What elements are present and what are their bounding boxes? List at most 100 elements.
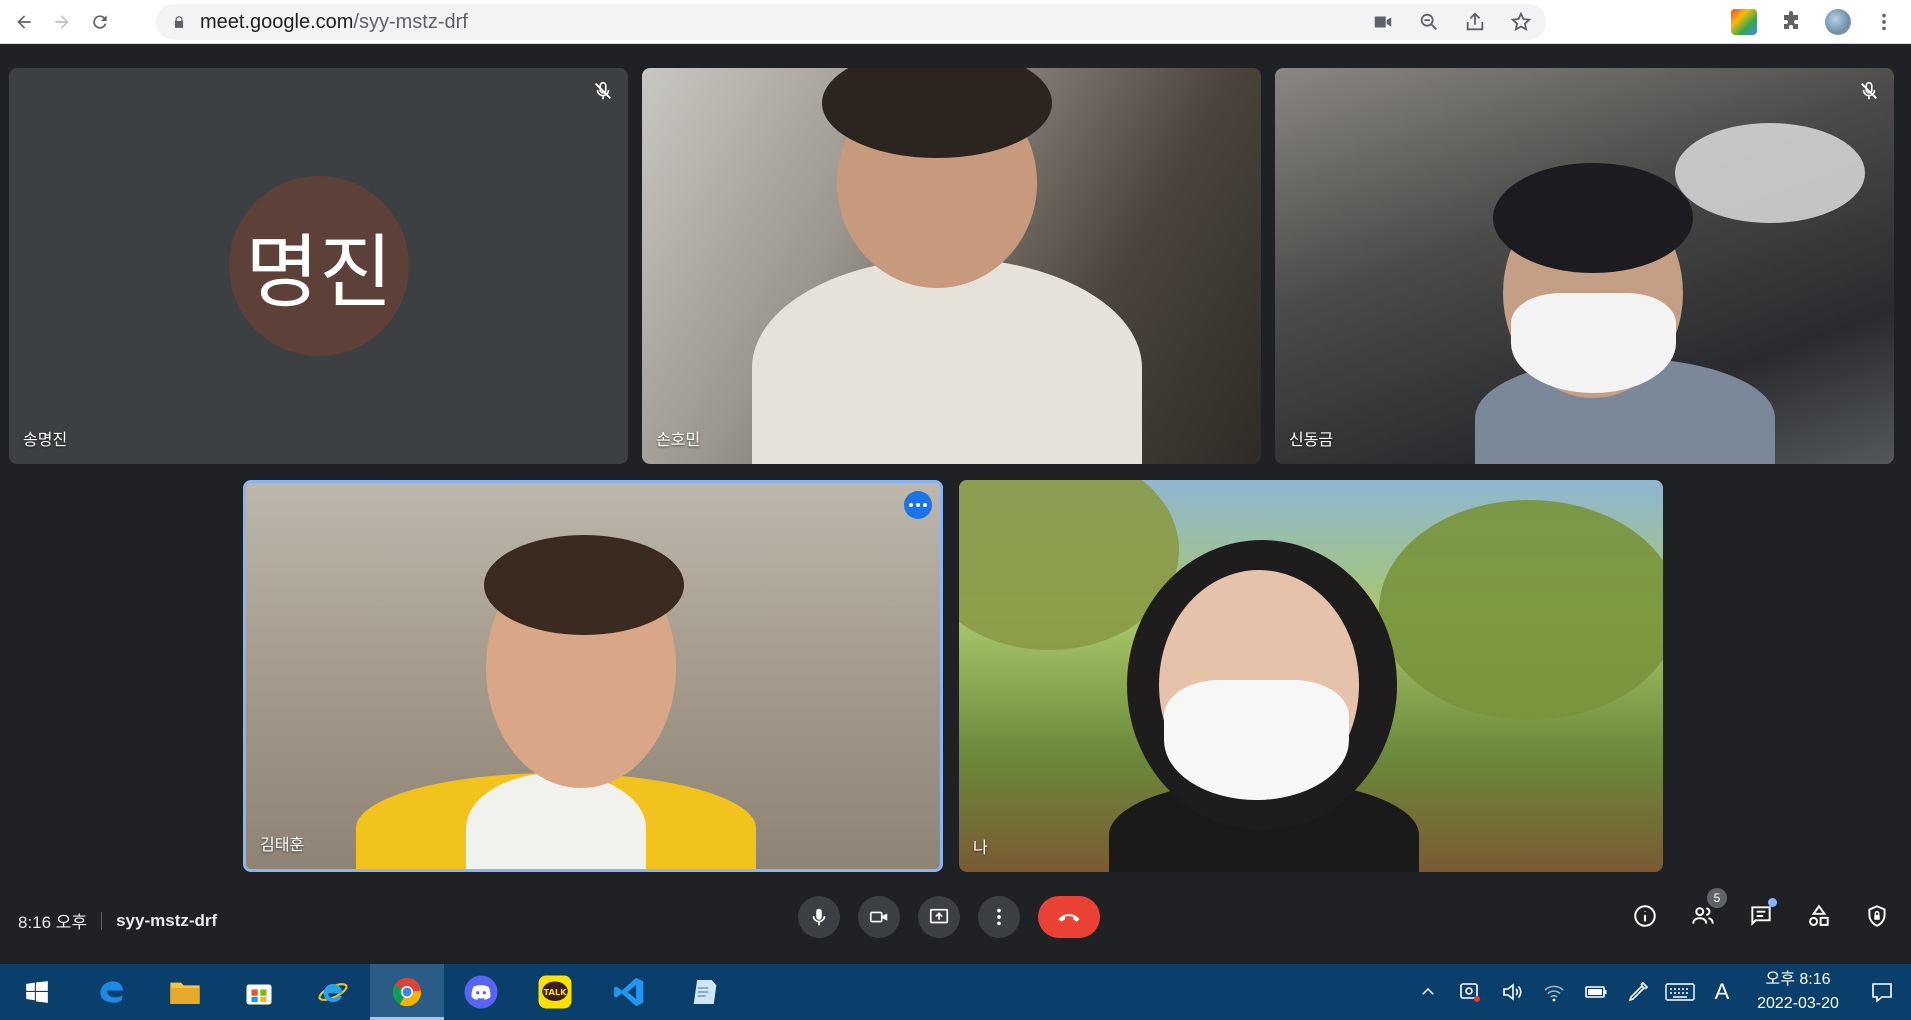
mic-off-icon <box>1861 81 1877 100</box>
taskbar-file-explorer[interactable] <box>148 964 222 1020</box>
action-center-button[interactable] <box>1853 964 1911 1020</box>
taskbar-internet-explorer[interactable] <box>296 964 370 1020</box>
touch-keyboard-button[interactable] <box>1659 964 1701 1020</box>
info-icon <box>1634 905 1656 927</box>
webcam-icon <box>1460 983 1480 1002</box>
puzzle-extensions-icon[interactable] <box>1779 10 1803 34</box>
avatar: 명진 <box>229 176 409 356</box>
wifi-icon <box>1544 985 1564 1002</box>
participant-tile[interactable]: 신동금 <box>1275 68 1894 464</box>
browser-menu-icon[interactable] <box>1873 11 1895 33</box>
battery-icon <box>1585 986 1607 998</box>
chat-icon <box>1751 906 1771 926</box>
participant-name: 손호민 <box>656 432 701 449</box>
network-button[interactable] <box>1533 964 1575 1020</box>
svg-text:TALK: TALK <box>543 987 567 997</box>
vscode-icon <box>614 977 644 1007</box>
camera-button[interactable] <box>858 896 900 938</box>
participant-tile-highlighted[interactable]: 김태훈 <box>243 480 943 872</box>
more-options-button[interactable] <box>904 491 932 519</box>
show-hidden-icons-button[interactable] <box>1407 964 1449 1020</box>
divider <box>101 911 103 930</box>
pen-icon <box>1628 981 1649 1002</box>
reload-button[interactable] <box>86 8 114 36</box>
battery-button[interactable] <box>1575 964 1617 1020</box>
participant-tile[interactable]: 명진 송명진 <box>9 68 628 464</box>
meeting-details-button[interactable] <box>1631 902 1659 930</box>
taskbar-store[interactable] <box>222 964 296 1020</box>
notification-dot <box>1768 898 1777 907</box>
meeting-time: 8:16 오후 <box>18 913 88 932</box>
participant-name: 송명진 <box>23 432 68 449</box>
pen-workspace-button[interactable] <box>1617 964 1659 1020</box>
videocam-icon <box>869 911 888 923</box>
kakaotalk-icon: TALK <box>538 975 572 1009</box>
start-button[interactable] <box>0 964 74 1020</box>
chat-button[interactable] <box>1747 898 1777 930</box>
arrow-right-icon <box>55 14 69 29</box>
browser-toolbar: meet.google.com/syy-mstz-drf <box>0 0 1911 44</box>
taskbar-kakaotalk[interactable]: TALK <box>518 964 592 1020</box>
mic-off-icon <box>595 81 611 100</box>
present-screen-button[interactable] <box>918 896 960 938</box>
participant-tile[interactable]: 손호민 <box>642 68 1261 464</box>
activities-button[interactable] <box>1805 902 1833 930</box>
people-button[interactable]: 5 <box>1689 888 1727 930</box>
share-icon[interactable] <box>1464 11 1486 33</box>
meeting-details: 8:16 오후 syy-mstz-drf <box>18 908 217 933</box>
url-text: meet.google.com/syy-mstz-drf <box>200 10 468 33</box>
edge-icon <box>100 981 123 1003</box>
input-method-button[interactable]: A <box>1701 964 1743 1020</box>
zoom-icon[interactable] <box>1418 11 1440 33</box>
more-vert-icon <box>997 908 1001 926</box>
arrow-left-icon <box>17 14 31 29</box>
forward-button[interactable] <box>48 8 76 36</box>
mic-icon <box>812 908 826 926</box>
participant-name: 신동금 <box>1289 432 1334 449</box>
lock-icon <box>174 16 184 28</box>
profile-avatar[interactable] <box>1825 9 1851 35</box>
taskbar-discord[interactable] <box>444 964 518 1020</box>
address-bar[interactable]: meet.google.com/syy-mstz-drf <box>156 4 1546 40</box>
taskbar-clock[interactable]: 오후 8:16 2022-03-20 <box>1743 968 1853 1016</box>
back-button[interactable] <box>10 8 38 36</box>
tray-camera[interactable] <box>1449 964 1491 1020</box>
camera-in-use-icon[interactable] <box>1372 11 1394 33</box>
bookmark-star-icon[interactable] <box>1510 11 1532 33</box>
volume-button[interactable] <box>1491 964 1533 1020</box>
participant-tile[interactable]: 나 <box>959 480 1663 872</box>
clock-time: 오후 8:16 <box>1765 971 1831 988</box>
taskbar-vscode[interactable] <box>592 964 666 1020</box>
notepad-icon <box>693 980 717 1004</box>
notification-icon <box>1872 983 1892 1003</box>
taskbar-chrome[interactable] <box>370 964 444 1020</box>
keyboard-icon <box>1665 983 1695 1001</box>
windows-taskbar: TALK A 오후 8:16 2022-03-20 <box>0 964 1911 1020</box>
reload-icon <box>93 14 107 29</box>
ie-icon <box>318 983 348 1002</box>
chevron-up-icon <box>1422 987 1434 995</box>
present-icon <box>929 908 949 924</box>
windows-logo-icon <box>26 981 48 1003</box>
chrome-icon <box>392 977 422 1007</box>
meeting-stage: 명진 송명진 손호민 신동금 김태훈 나 <box>0 44 1911 964</box>
leave-call-button[interactable] <box>1038 896 1100 938</box>
taskbar-notepad[interactable] <box>666 964 740 1020</box>
more-options-button[interactable] <box>978 896 1020 938</box>
participant-name: 김태훈 <box>260 837 305 854</box>
clock-date: 2022-03-20 <box>1757 995 1839 1012</box>
participant-name: 나 <box>973 840 988 857</box>
shapes-icon <box>1809 904 1829 926</box>
taskbar-edge[interactable] <box>74 964 148 1020</box>
system-tray: A 오후 8:16 2022-03-20 <box>1407 964 1911 1020</box>
shield-lock-icon <box>1868 905 1886 927</box>
call-end-icon <box>1058 914 1080 922</box>
microphone-button[interactable] <box>798 896 840 938</box>
store-icon <box>246 984 272 1005</box>
meeting-code: syy-mstz-drf <box>116 910 218 930</box>
folder-icon <box>170 982 200 1004</box>
meeting-controls-bar: 8:16 오후 syy-mstz-drf 5 <box>0 876 1911 964</box>
discord-icon <box>464 975 498 1009</box>
host-controls-button[interactable] <box>1863 902 1891 930</box>
extension-icon[interactable] <box>1731 9 1757 35</box>
